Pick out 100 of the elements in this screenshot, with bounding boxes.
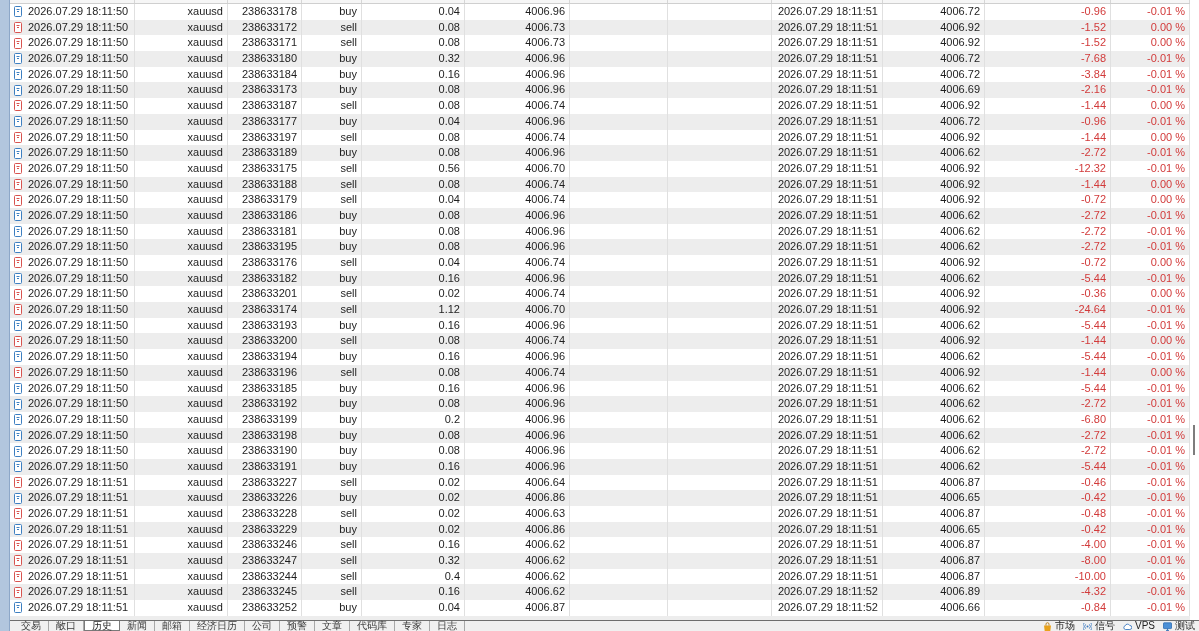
table-cell-text: 2026.07.29 18:11:50 — [28, 286, 129, 302]
table-cell: xauusd — [135, 51, 228, 67]
table-cell: xauusd — [135, 600, 228, 616]
table-cell: 238633186 — [228, 207, 302, 224]
table-cell: 2026.07.29 18:11:51 — [28, 490, 129, 506]
table-cell: buy — [302, 443, 362, 459]
table-cell: -0.96 — [985, 113, 1111, 130]
table-cell: xauusd — [135, 364, 228, 381]
table-cell: -12.32 — [985, 160, 1111, 177]
scrollbar-thumb[interactable] — [1193, 425, 1195, 455]
table-cell: 2026.07.29 18:11:51 — [772, 145, 883, 161]
document-icon — [14, 367, 22, 379]
document-icon — [14, 53, 22, 65]
table-cell: 2026.07.29 18:11:51 — [28, 553, 129, 569]
table-cell-text: 2026.07.29 18:11:50 — [28, 35, 129, 51]
table-cell: buy — [302, 458, 362, 475]
table-cell: 2026.07.29 18:11:50 — [28, 302, 129, 318]
table-cell: 4006.70 — [465, 160, 570, 177]
table-cell: 0.08 — [362, 98, 465, 114]
table-cell: buy — [302, 4, 362, 20]
document-icon — [14, 524, 22, 536]
table-cell: 2026.07.29 18:11:50 — [28, 145, 129, 161]
table-cell: -0.72 — [985, 192, 1111, 208]
table-cell: buy — [302, 145, 362, 161]
table-cell: 4006.74 — [465, 192, 570, 208]
table-cell: xauusd — [135, 506, 228, 522]
table-cell: sell — [302, 506, 362, 522]
broadcast-icon — [1083, 621, 1092, 631]
table-cell: -8.00 — [985, 553, 1111, 569]
table-cell: 238633175 — [228, 160, 302, 177]
table-cell: xauusd — [135, 160, 228, 177]
table-cell-text: 2026.07.29 18:11:50 — [28, 364, 129, 380]
table-cell: sell — [302, 364, 362, 381]
table-cell: 2026.07.29 18:11:51 — [772, 255, 883, 271]
table-cell: 238633192 — [228, 396, 302, 412]
status-button[interactable]: 信号 — [1079, 621, 1119, 631]
table-cell: -2.72 — [985, 145, 1111, 161]
table-cell: 4006.70 — [465, 302, 570, 318]
table-cell: -2.72 — [985, 396, 1111, 412]
table-cell: 2026.07.29 18:11:51 — [772, 302, 883, 318]
table-cell: 238633178 — [228, 4, 302, 20]
table-cell: 238633196 — [228, 364, 302, 381]
table-cell-text: 2026.07.29 18:11:51 — [28, 568, 129, 584]
table-cell: 4006.74 — [465, 255, 570, 271]
document-icon — [14, 84, 22, 96]
table-cell: xauusd — [135, 458, 228, 475]
monitor-icon — [1163, 621, 1172, 631]
table-cell: 238633187 — [228, 98, 302, 114]
table-cell: buy — [302, 207, 362, 224]
document-icon — [14, 178, 22, 190]
table-cell: 2026.07.29 18:11:50 — [28, 349, 129, 365]
table-cell-text: 2026.07.29 18:11:50 — [28, 113, 129, 129]
status-button[interactable]: 市场 — [1039, 621, 1079, 631]
table-cell-text: 2026.07.29 18:11:51 — [28, 537, 129, 553]
table-cell: 2026.07.29 18:11:51 — [772, 458, 883, 475]
table-cell: xauusd — [135, 98, 228, 114]
tab[interactable]: 历史 — [84, 621, 120, 631]
table-cell: 238633176 — [228, 255, 302, 271]
table-cell: 4006.92 — [883, 160, 985, 177]
table-cell: 4006.96 — [465, 4, 570, 20]
table-cell: -0.96 — [985, 4, 1111, 20]
table-cell: -6.80 — [985, 411, 1111, 428]
table-cell: 4006.74 — [465, 98, 570, 114]
table-cell: 4006.62 — [883, 458, 985, 475]
status-button[interactable]: 测试 — [1159, 621, 1199, 631]
table-cell: xauusd — [135, 411, 228, 428]
table-cell: sell — [302, 98, 362, 114]
table-cell: 238633189 — [228, 145, 302, 161]
table-cell: 0.2 — [362, 411, 465, 428]
table-cell: -2.72 — [985, 443, 1111, 459]
table-cell: 4006.87 — [883, 506, 985, 522]
table-cell: buy — [302, 396, 362, 412]
table-cell: 0.08 — [362, 145, 465, 161]
table-cell: buy — [302, 600, 362, 616]
table-cell-text: 2026.07.29 18:11:50 — [28, 176, 129, 192]
table-cell: 4006.96 — [465, 411, 570, 428]
table-cell: sell — [302, 255, 362, 271]
table-cell: -5.44 — [985, 349, 1111, 365]
table-cell-text: 2026.07.29 18:11:50 — [28, 4, 129, 19]
status-button[interactable]: VPS — [1119, 621, 1159, 631]
table-cell: -0.72 — [985, 255, 1111, 271]
table-cell: 2026.07.29 18:11:51 — [772, 443, 883, 459]
table-cell: 4006.96 — [465, 396, 570, 412]
table-cell: buy — [302, 411, 362, 428]
table-cell: 2026.07.29 18:11:51 — [772, 113, 883, 130]
table-cell: 2026.07.29 18:11:51 — [772, 207, 883, 224]
document-icon — [14, 304, 22, 316]
table-cell: sell — [302, 553, 362, 569]
table-cell: 2026.07.29 18:11:50 — [28, 396, 129, 412]
table-cell: 2026.07.29 18:11:51 — [28, 600, 129, 616]
table-cell: 4006.96 — [465, 113, 570, 130]
table-cell: xauusd — [135, 396, 228, 412]
table-cell: xauusd — [135, 255, 228, 271]
table-cell: 2026.07.29 18:11:51 — [772, 192, 883, 208]
table-cell: 2026.07.29 18:11:51 — [772, 51, 883, 67]
table-cell-text: 2026.07.29 18:11:50 — [28, 160, 129, 176]
table-cell-text: 2026.07.29 18:11:51 — [28, 584, 129, 600]
table-cell: 4006.62 — [883, 349, 985, 365]
table-cell: -7.68 — [985, 51, 1111, 67]
table-cell: 2026.07.29 18:11:51 — [772, 506, 883, 522]
